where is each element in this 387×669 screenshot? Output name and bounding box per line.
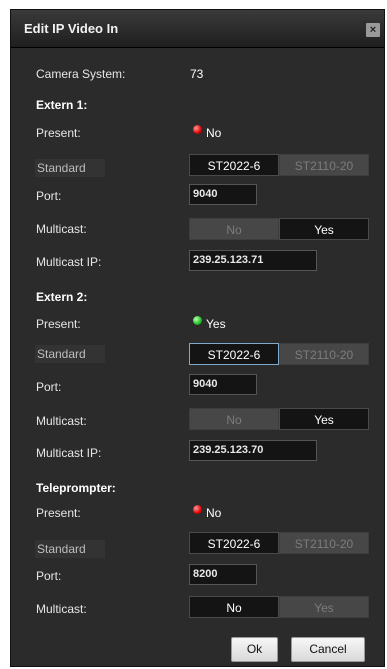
- extern2-multicast-label: Multicast:: [36, 414, 87, 428]
- extern1-standard-toggle: ST2022-6 ST2110-20: [189, 154, 369, 176]
- extern1-standard-option-st2022-6[interactable]: ST2022-6: [189, 154, 279, 176]
- cancel-button[interactable]: Cancel: [291, 637, 365, 662]
- teleprompter-port-label: Port:: [36, 569, 62, 583]
- camera-system-value: 73: [190, 67, 204, 81]
- dialog-title: Edit IP Video In: [24, 21, 119, 36]
- extern2-multicast-ip-label: Multicast IP:: [36, 446, 102, 460]
- teleprompter-multicast-label: Multicast:: [36, 602, 87, 616]
- extern1-heading: Extern 1:: [36, 98, 88, 112]
- extern1-multicast-toggle: No Yes: [189, 218, 369, 240]
- teleprompter-present-value: No: [206, 506, 222, 520]
- teleprompter-standard-option-st2022-6[interactable]: ST2022-6: [189, 532, 279, 554]
- extern1-port-label: Port:: [36, 189, 62, 203]
- extern2-standard-option-st2022-6[interactable]: ST2022-6: [189, 343, 279, 365]
- extern2-present-status-led-icon: [193, 316, 202, 325]
- extern1-multicast-option-no[interactable]: No: [189, 218, 279, 240]
- teleprompter-heading: Teleprompter:: [36, 481, 116, 495]
- extern1-multicast-label: Multicast:: [36, 222, 87, 236]
- extern2-multicast-option-yes[interactable]: Yes: [279, 408, 369, 430]
- extern1-present-value: No: [206, 126, 222, 140]
- extern1-multicast-option-yes[interactable]: Yes: [279, 218, 369, 240]
- extern1-standard-option-st2110-20[interactable]: ST2110-20: [279, 154, 369, 176]
- extern2-standard-toggle: ST2022-6 ST2110-20: [189, 343, 369, 365]
- teleprompter-standard-toggle: ST2022-6 ST2110-20: [189, 532, 369, 554]
- ok-button[interactable]: Ok: [231, 637, 278, 662]
- extern2-present-value: Yes: [206, 317, 226, 331]
- extern1-port-input[interactable]: 9040: [189, 184, 257, 205]
- close-icon[interactable]: ×: [366, 23, 380, 37]
- extern2-standard-option-st2110-20[interactable]: ST2110-20: [279, 343, 369, 365]
- teleprompter-present-label: Present:: [36, 506, 81, 520]
- extern1-multicast-ip-input[interactable]: 239.25.123.71: [189, 250, 317, 271]
- extern1-present-label: Present:: [36, 126, 81, 140]
- extern1-present-status-led-icon: [193, 125, 202, 134]
- teleprompter-standard-option-st2110-20[interactable]: ST2110-20: [279, 532, 369, 554]
- teleprompter-multicast-option-no[interactable]: No: [189, 596, 279, 618]
- dialog-titlebar[interactable]: Edit IP Video In ×: [11, 10, 384, 48]
- edit-ip-video-in-dialog: Edit IP Video In × Camera System: 73 Ext…: [10, 9, 385, 667]
- extern2-standard-label: Standard: [35, 345, 105, 363]
- extern2-port-input[interactable]: 9040: [189, 374, 257, 395]
- extern2-multicast-ip-input[interactable]: 239.25.123.70: [189, 440, 317, 461]
- extern2-present-label: Present:: [36, 317, 81, 331]
- teleprompter-standard-label: Standard: [35, 540, 105, 558]
- extern2-multicast-toggle: No Yes: [189, 408, 369, 430]
- extern1-multicast-ip-label: Multicast IP:: [36, 255, 102, 269]
- teleprompter-present-status-led-icon: [193, 505, 202, 514]
- extern2-port-label: Port:: [36, 380, 62, 394]
- extern2-multicast-option-no[interactable]: No: [189, 408, 279, 430]
- camera-system-label: Camera System:: [36, 67, 126, 81]
- extern2-heading: Extern 2:: [36, 290, 88, 304]
- teleprompter-port-input[interactable]: 8200: [189, 564, 257, 585]
- teleprompter-multicast-option-yes[interactable]: Yes: [279, 596, 369, 618]
- extern1-standard-label: Standard: [35, 159, 105, 177]
- teleprompter-multicast-toggle: No Yes: [189, 596, 369, 618]
